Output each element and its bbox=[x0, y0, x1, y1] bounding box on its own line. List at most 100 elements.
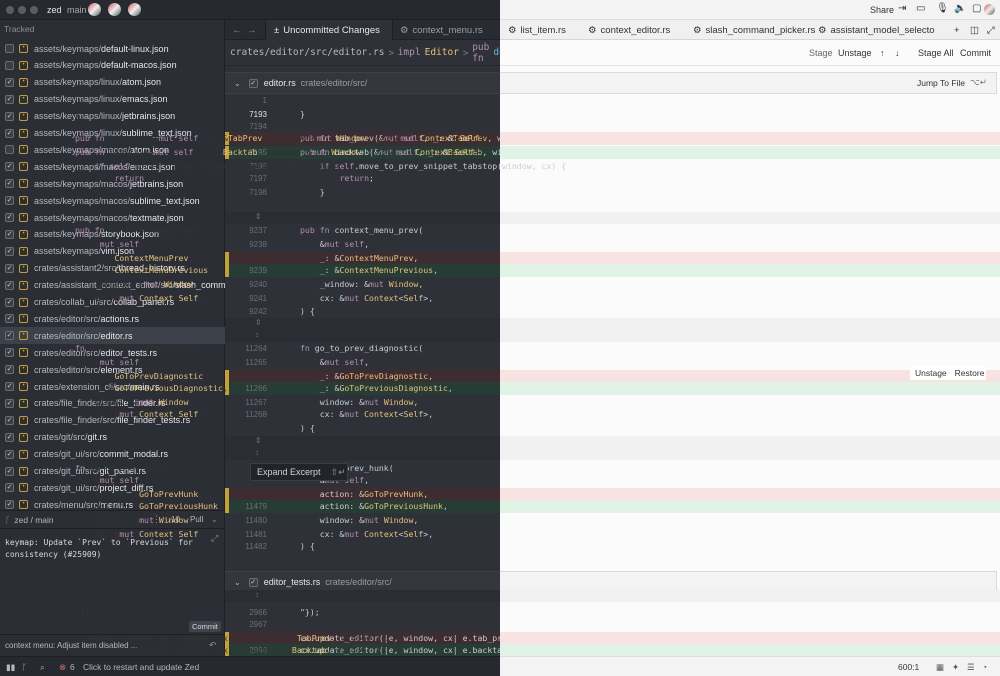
stage-checkbox[interactable]: ✓ bbox=[5, 229, 14, 239]
speaker-icon[interactable]: 🔈 bbox=[954, 3, 966, 14]
file-row[interactable]: ✓ • assets/keymaps/vim.json bbox=[0, 243, 225, 260]
user-avatar[interactable] bbox=[984, 4, 995, 15]
commit-message-input[interactable]: keymap: Update `Prev` to `Previous` for … bbox=[5, 537, 205, 561]
stage-checkbox[interactable]: ✓ bbox=[5, 432, 14, 442]
stage-checkbox[interactable]: ✓ bbox=[5, 415, 14, 425]
project-name[interactable]: zed bbox=[47, 5, 62, 15]
excerpt-file[interactable]: editor_tests.rs bbox=[264, 577, 321, 587]
branch-selector[interactable]: zed / main bbox=[14, 515, 53, 525]
jump-to-file-button[interactable]: Jump To File bbox=[917, 78, 965, 88]
file-row[interactable]: ✓ • crates/collab_ui/src/collab_panel.rs bbox=[0, 294, 225, 311]
commit-button[interactable]: Commit bbox=[189, 621, 221, 632]
file-row[interactable]: • assets/keymaps/default-macos.json bbox=[0, 57, 225, 74]
stage-checkbox[interactable]: ✓ bbox=[5, 263, 14, 273]
stage-all-button[interactable]: Stage All bbox=[918, 48, 954, 58]
close-window-button[interactable] bbox=[6, 6, 14, 14]
excerpt-header-editor-tests[interactable]: ⌄ ✓ editor_tests.rs crates/editor/src/ bbox=[225, 571, 500, 593]
stage-checkbox[interactable]: ✓ bbox=[5, 382, 14, 391]
file-row[interactable]: ✓ • assets/keymaps/macos/emacs.json bbox=[0, 158, 225, 175]
nav-forward-icon[interactable]: → bbox=[247, 20, 257, 40]
file-row[interactable]: ✓ • crates/git/src/git.rs bbox=[0, 429, 225, 446]
stage-checkbox[interactable]: ✓ bbox=[5, 398, 14, 408]
file-row[interactable]: ✓ • assets/keymaps/macos/jetbrains.json bbox=[0, 175, 225, 192]
stage-checkbox[interactable]: ✓ bbox=[5, 449, 14, 459]
stage-checkbox[interactable]: ✓ bbox=[248, 577, 258, 587]
stage-checkbox[interactable]: ✓ bbox=[5, 94, 14, 104]
expand-icon[interactable]: ⤢ bbox=[211, 533, 218, 544]
stage-checkbox[interactable]: ✓ bbox=[5, 179, 14, 189]
stage-checkbox[interactable] bbox=[5, 60, 14, 70]
stage-checkbox[interactable]: ✓ bbox=[5, 196, 14, 206]
file-row[interactable]: ✓ • crates/extension_cli/src/main.rs bbox=[0, 378, 225, 395]
stage-checkbox[interactable]: ✓ bbox=[5, 77, 14, 87]
breadcrumb-type[interactable]: Editor bbox=[425, 47, 459, 58]
file-row[interactable]: ✓ • crates/assistant2/src/thread_history.r… bbox=[0, 260, 225, 277]
collaborator-avatar[interactable] bbox=[88, 3, 101, 16]
excerpt-header-editor[interactable]: ⌄ ✓ editor.rs crates/editor/src/ bbox=[225, 72, 500, 94]
nav-back-icon[interactable]: ← bbox=[232, 20, 242, 40]
stage-checkbox[interactable]: ✓ bbox=[248, 78, 258, 88]
add-icon[interactable]: + bbox=[954, 20, 960, 40]
file-row[interactable]: ✓ • crates/file_finder/src/file_finder_tes… bbox=[0, 412, 225, 429]
tab-context-menu[interactable]: ⚙ context_menu.rs bbox=[400, 20, 483, 40]
stage-checkbox[interactable]: ✓ bbox=[5, 483, 14, 493]
stage-checkbox[interactable]: ✓ bbox=[5, 280, 14, 290]
file-row[interactable]: ✓ • crates/editor/src/actions.rs bbox=[0, 310, 225, 327]
split-icon[interactable]: ◫ bbox=[970, 20, 979, 40]
file-row[interactable]: ✓ • assets/keymaps/linux/emacs.json bbox=[0, 91, 225, 108]
stage-checkbox[interactable]: ✓ bbox=[5, 314, 14, 324]
update-message[interactable]: Click to restart and update Zed bbox=[83, 662, 199, 672]
file-row[interactable]: ✓ • crates/editor/src/editor.rs bbox=[0, 327, 225, 345]
maximize-window-button[interactable] bbox=[30, 6, 38, 14]
next-hunk-icon[interactable]: ↓ bbox=[895, 48, 900, 58]
collaborator-avatar[interactable] bbox=[108, 3, 121, 16]
tab-assistant-model-selector[interactable]: ⚙ assistant_model_selecto bbox=[818, 20, 950, 40]
commit-toolbar-button[interactable]: Commit bbox=[960, 48, 991, 58]
tab-list-item[interactable]: ⚙ list_item.rs bbox=[508, 20, 566, 40]
file-row[interactable]: ✓ • crates/assistant_context_editor/src/sl… bbox=[0, 277, 225, 294]
file-row[interactable]: ✓ • crates/git_ui/src/project_diff.rs bbox=[0, 479, 225, 496]
stage-button[interactable]: Stage bbox=[809, 48, 833, 58]
chevron-down-icon[interactable]: ⌄ bbox=[211, 515, 218, 524]
stage-checkbox[interactable]: ✓ bbox=[5, 500, 14, 510]
chevron-down-icon[interactable]: ⌄ bbox=[234, 79, 241, 88]
pull-button[interactable]: Pull bbox=[190, 515, 203, 524]
expand-excerpt-tooltip[interactable]: Expand Excerpt ⇧↵ bbox=[250, 463, 348, 481]
file-row[interactable]: ✓ • crates/git_ui/src/commit_modal.rs bbox=[0, 446, 225, 463]
file-row[interactable]: ✓ • crates/menu/src/menu.rs bbox=[0, 496, 225, 510]
stage-checkbox[interactable]: ✓ bbox=[5, 246, 14, 256]
panel-toggle-icon[interactable]: ▮▮ bbox=[6, 662, 15, 673]
file-row[interactable]: ✓ • assets/keymaps/linux/sublime_text.json bbox=[0, 125, 225, 142]
minimize-window-button[interactable] bbox=[18, 6, 26, 14]
file-row[interactable]: ✓ • assets/keymaps/linux/jetbrains.json bbox=[0, 108, 225, 125]
tab-context-editor[interactable]: ⚙ context_editor.rs bbox=[588, 20, 670, 40]
undo-icon[interactable]: ↶ bbox=[209, 640, 217, 651]
microphone-icon[interactable]: 🎙 bbox=[936, 3, 949, 14]
file-row[interactable]: • assets/keymaps/macos/atom.json bbox=[0, 141, 225, 158]
file-row[interactable]: ✓ • assets/keymaps/macos/sublime_text.json bbox=[0, 192, 225, 209]
file-row[interactable]: ✓ • crates/editor/src/element.rs bbox=[0, 361, 225, 378]
unstage-button[interactable]: Unstage bbox=[838, 48, 872, 58]
file-row[interactable]: ✓ • crates/file_finder/src/file_finder.rs bbox=[0, 395, 225, 412]
assistant-icon[interactable]: ✦ bbox=[952, 662, 959, 673]
stage-checkbox[interactable]: ✓ bbox=[5, 297, 14, 307]
tab-uncommitted-changes[interactable]: ± Uncommitted Changes bbox=[265, 20, 393, 40]
zoom-icon[interactable]: ⤢ bbox=[987, 20, 995, 40]
stage-checkbox[interactable]: ✓ bbox=[5, 213, 14, 222]
stage-checkbox[interactable] bbox=[5, 145, 14, 155]
tab-slash-command-picker[interactable]: ⚙ slash_command_picker.rs bbox=[693, 20, 815, 40]
file-row[interactable]: ✓ • crates/editor/src/editor_tests.rs bbox=[0, 344, 225, 361]
excerpt-file[interactable]: editor.rs bbox=[264, 78, 296, 88]
search-icon[interactable]: ⌕ bbox=[40, 662, 45, 673]
restore-hunk-button[interactable]: Restore bbox=[955, 368, 985, 378]
pull-count[interactable]: ↓10 bbox=[167, 515, 180, 524]
stage-checkbox[interactable]: ✓ bbox=[5, 348, 14, 358]
error-count[interactable]: 6 bbox=[70, 662, 75, 672]
branch-name[interactable]: main bbox=[67, 5, 87, 15]
share-button[interactable]: Share bbox=[870, 5, 894, 15]
screen-share-icon[interactable]: ▭ bbox=[916, 3, 925, 14]
stage-checkbox[interactable]: ✓ bbox=[5, 466, 14, 476]
file-row[interactable]: ✓ • assets/keymaps/storybook.json bbox=[0, 226, 225, 243]
monitor-icon[interactable]: ▢ bbox=[972, 3, 981, 14]
unstage-hunk-button[interactable]: Unstage bbox=[915, 368, 947, 378]
